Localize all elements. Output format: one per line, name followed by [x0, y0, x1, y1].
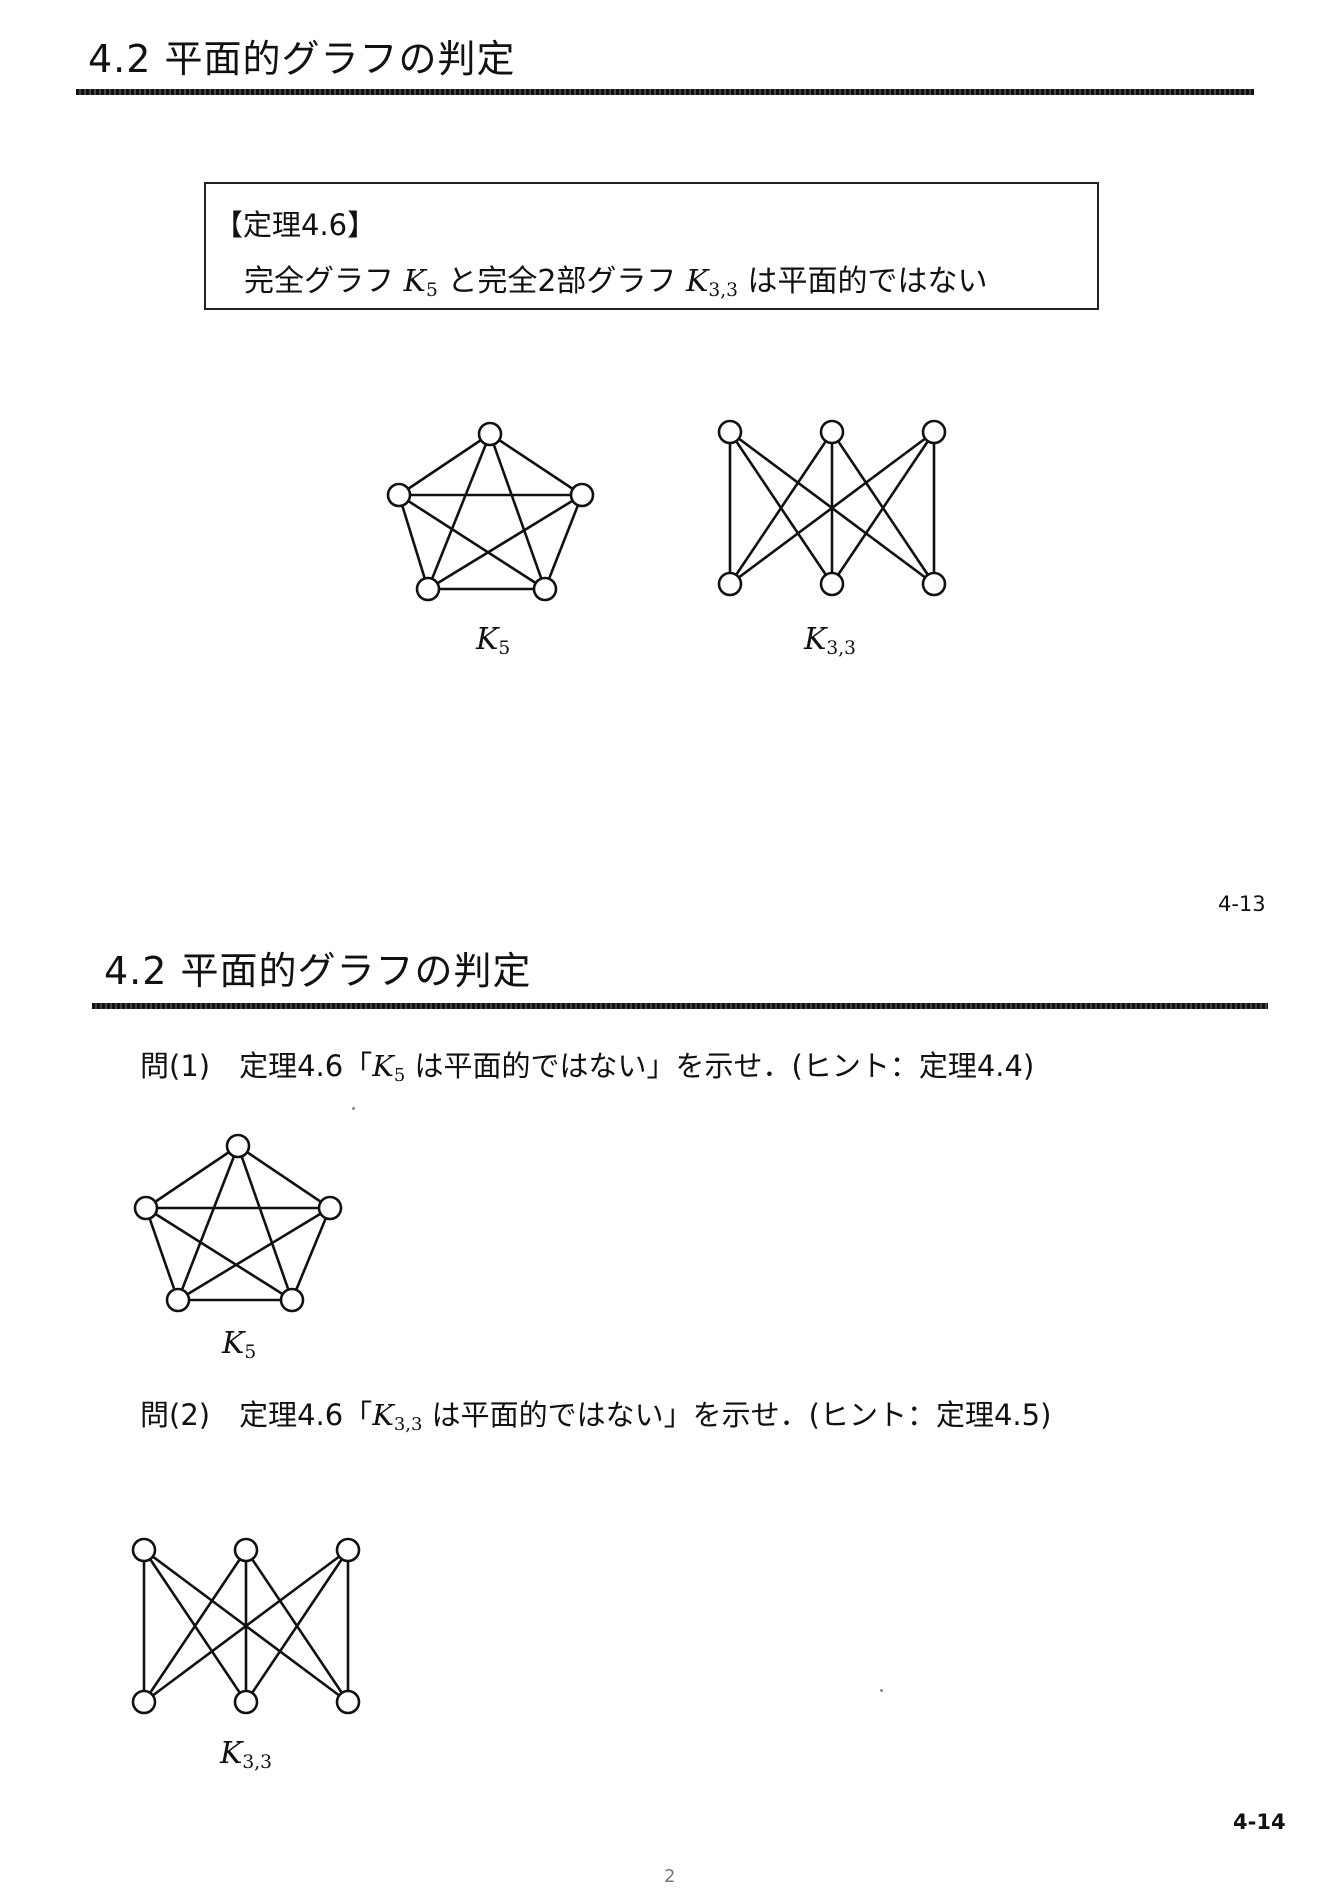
theorem-title: 【定理4.6】 — [214, 208, 377, 242]
question-1: 問(1) 定理4.6「K5 は平面的ではない」を示せ．(ヒント：定理4.4) — [140, 1049, 1035, 1087]
question-2-math: K3,3 — [372, 1398, 423, 1436]
slide2-heading-rule — [92, 1003, 1268, 1009]
slide2-k33-graph — [131, 1537, 361, 1715]
slide1-page-number: 4-13 — [1218, 892, 1266, 916]
speck — [352, 1107, 355, 1110]
slide1-k5-label: K5 — [476, 622, 511, 660]
speck — [880, 1689, 883, 1692]
theorem-statement: 完全グラフ K5 と完全2部グラフ K3,3 は平面的ではない — [244, 256, 988, 301]
slide1-k33-label: K3,3 — [804, 622, 856, 660]
theorem-text-2: と完全2部グラフ — [437, 264, 686, 299]
theorem-k5: K5 — [403, 264, 438, 302]
question-1-math: K5 — [372, 1049, 406, 1087]
slide1-heading-rule — [76, 89, 1254, 95]
slide2-k33-label: K3,3 — [220, 1736, 272, 1774]
question-2: 問(2) 定理4.6「K3,3 は平面的ではない」を示せ．(ヒント：定理4.5) — [140, 1398, 1052, 1436]
slide1-k33-graph — [717, 419, 947, 597]
theorem-box: 【定理4.6】 完全グラフ K5 と完全2部グラフ K3,3 は平面的ではない — [204, 182, 1099, 310]
theorem-k33: K3,3 — [685, 264, 738, 302]
theorem-text-1: 完全グラフ — [244, 264, 404, 299]
footer-page-number: 2 — [664, 1866, 676, 1887]
slide1-heading: 4.2 平面的グラフの判定 — [88, 37, 516, 81]
slide2-heading: 4.2 平面的グラフの判定 — [104, 949, 532, 993]
theorem-text-3: は平面的ではない — [737, 264, 988, 299]
slide1-k5-graph — [386, 421, 595, 602]
slide2-k5-graph — [133, 1133, 343, 1313]
slide2-k5-label: K5 — [222, 1326, 257, 1364]
slide2-page-number: 4-14 — [1233, 1810, 1286, 1834]
